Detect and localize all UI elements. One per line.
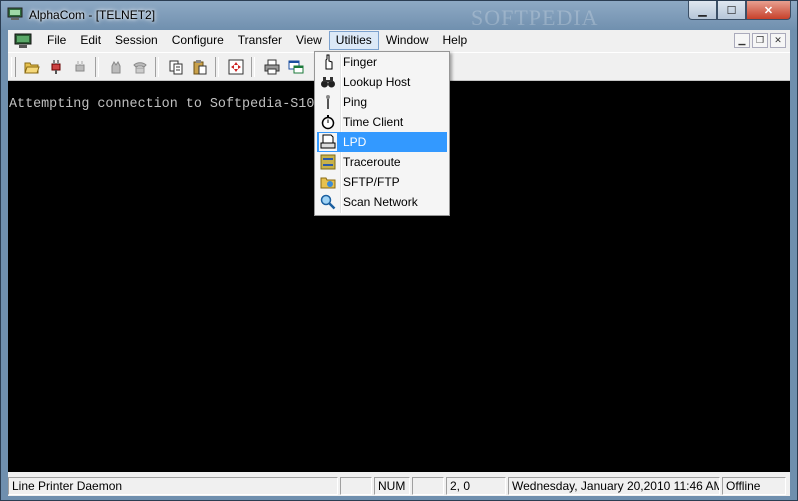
menu-item-lookup-host[interactable]: Lookup Host [317, 72, 447, 92]
paste-icon [193, 59, 207, 74]
status-connection-state: Offline [722, 477, 786, 495]
document-terminal-icon[interactable] [14, 33, 32, 49]
copy-button[interactable] [165, 56, 187, 78]
menu-item-label: SFTP/FTP [343, 175, 400, 189]
child-minimize-button[interactable]: ▁ [734, 33, 750, 48]
plug-icon [51, 59, 61, 74]
window-title: AlphaCom - [TELNET2] [29, 8, 156, 22]
capture-button[interactable] [225, 56, 247, 78]
menu-view[interactable]: View [289, 31, 329, 50]
status-empty-pane [412, 477, 444, 495]
open-folder-button[interactable] [21, 56, 43, 78]
capture-icon [228, 59, 244, 74]
unplug-icon [75, 60, 85, 71]
close-button[interactable]: ✕ [746, 1, 791, 20]
utilities-menu-dropdown: Finger Lookup Host Ping Time Client LPD … [314, 51, 450, 216]
app-icon [7, 7, 23, 20]
printer-icon [320, 134, 336, 149]
stopwatch-icon [321, 115, 335, 130]
traceroute-icon [320, 154, 336, 170]
menu-item-label: Lookup Host [343, 75, 411, 89]
menu-item-traceroute[interactable]: Traceroute [317, 152, 447, 172]
toolbar-separator [95, 56, 99, 77]
menu-item-finger[interactable]: Finger [317, 52, 447, 72]
menu-item-label: Ping [343, 95, 368, 109]
toolbar-grip[interactable] [11, 56, 16, 77]
app-window: AlphaCom - [TELNET2] SOFTPEDIA ▁ ☐ ✕ Fil… [0, 0, 798, 501]
menu-item-label: Scan Network [343, 195, 418, 209]
toolbar-separator [251, 56, 255, 77]
menu-bar: File Edit Session Configure Transfer Vie… [8, 30, 790, 51]
toolbar-separator [155, 56, 159, 77]
status-bar: Line Printer Daemon NUM 2, 0 Wednesday, … [8, 476, 790, 496]
watermark: SOFTPEDIA [471, 5, 599, 30]
menu-item-time-client[interactable]: Time Client [317, 112, 447, 132]
menu-item-label: Time Client [343, 115, 404, 129]
title-bar[interactable]: AlphaCom - [TELNET2] SOFTPEDIA ▁ ☐ ✕ [1, 1, 797, 30]
copy-icon [169, 60, 183, 74]
menu-file[interactable]: File [40, 31, 73, 50]
maximize-button[interactable]: ☐ [717, 1, 746, 20]
phone-icon [133, 61, 147, 73]
status-num-lock: NUM [374, 477, 410, 495]
open-folder-icon [24, 62, 40, 73]
menu-window[interactable]: Window [379, 31, 436, 50]
paste-button[interactable] [189, 56, 211, 78]
print-button[interactable] [261, 56, 283, 78]
menu-item-lpd[interactable]: LPD [317, 132, 447, 152]
ping-icon [326, 95, 330, 109]
hand-icon [111, 60, 121, 73]
menu-help[interactable]: Help [436, 31, 475, 50]
child-restore-button[interactable]: ❐ [752, 33, 768, 48]
finger-icon [325, 54, 333, 70]
window-options-icon [288, 60, 304, 73]
magnifier-icon [320, 194, 336, 210]
status-cursor-position: 2, 0 [446, 477, 506, 495]
menu-utilities[interactable]: Utilties [328, 31, 379, 50]
menu-edit[interactable]: Edit [73, 31, 108, 50]
menu-item-label: Finger [343, 55, 378, 69]
connect-button[interactable] [45, 56, 67, 78]
menu-item-label: LPD [343, 135, 367, 149]
hangup-button[interactable] [105, 56, 127, 78]
options-button[interactable] [285, 56, 307, 78]
menu-item-ping[interactable]: Ping [317, 92, 447, 112]
menu-configure[interactable]: Configure [165, 31, 231, 50]
status-datetime: Wednesday, January 20,2010 11:46 AM [508, 477, 720, 495]
child-close-button[interactable]: ✕ [770, 33, 786, 48]
dial-button[interactable] [129, 56, 151, 78]
menu-session[interactable]: Session [108, 31, 165, 50]
printer-icon [264, 59, 280, 74]
menu-transfer[interactable]: Transfer [231, 31, 289, 50]
terminal-output: Attempting connection to Softpedia-S10 [9, 97, 315, 112]
binoculars-icon [321, 77, 335, 88]
menu-item-label: Traceroute [343, 155, 401, 169]
disconnect-button[interactable] [69, 56, 91, 78]
menu-item-scan-network[interactable]: Scan Network [317, 192, 447, 212]
minimize-button[interactable]: ▁ [688, 1, 717, 20]
ftp-folder-icon [320, 177, 336, 189]
menu-item-sftp-ftp[interactable]: SFTP/FTP [317, 172, 447, 192]
status-empty-pane [340, 477, 372, 495]
status-message: Line Printer Daemon [8, 477, 338, 495]
toolbar-separator [215, 56, 219, 77]
